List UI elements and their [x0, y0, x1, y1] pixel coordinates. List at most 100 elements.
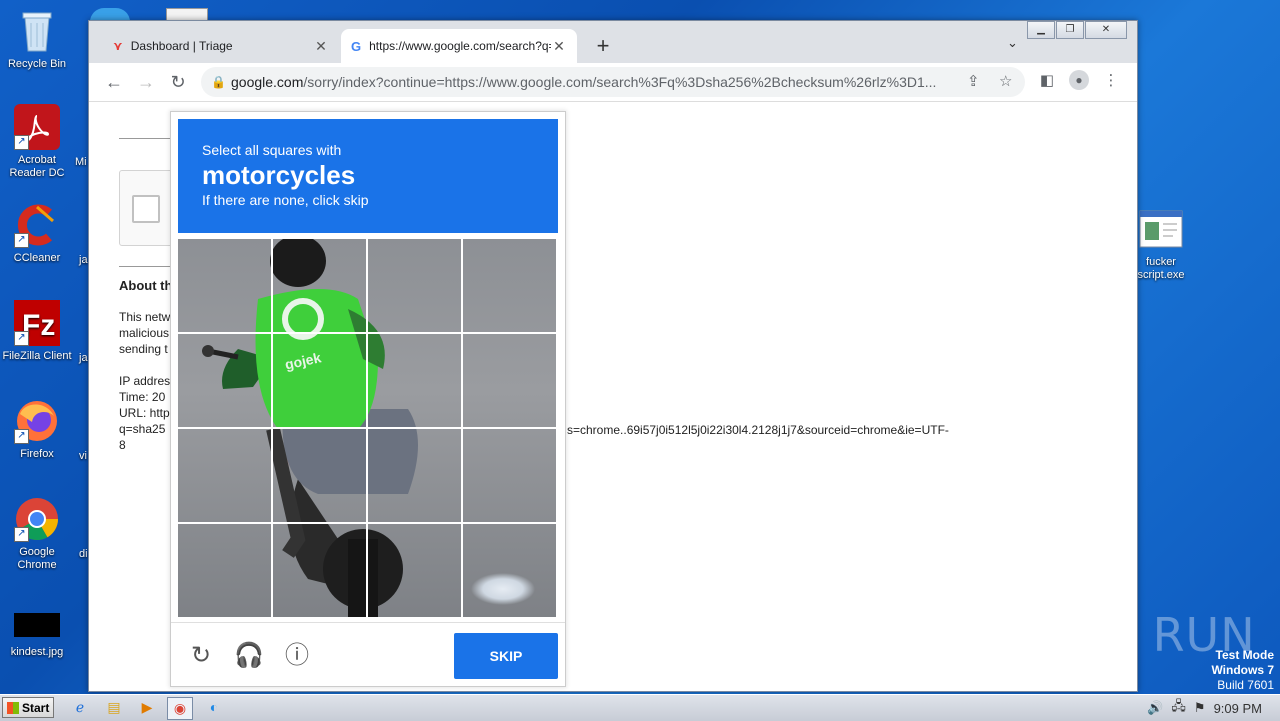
filezilla-icon: Fz ↗: [14, 300, 60, 346]
grid-tile[interactable]: [178, 429, 273, 524]
taskbar-edge-icon[interactable]: ◐: [202, 697, 226, 718]
windows-flag-icon: [7, 702, 19, 714]
maximize-button[interactable]: ❐: [1056, 21, 1084, 39]
tab-dashboard-triage[interactable]: ⋎ Dashboard | Triage ✕: [103, 29, 339, 63]
acrobat-icon: ↗: [14, 104, 60, 150]
address-bar[interactable]: 🔒 google.com/sorry/index?continue=https:…: [201, 67, 1025, 97]
desktop-icon-kindest-jpg[interactable]: kindest.jpg: [0, 608, 75, 659]
help-info-icon[interactable]: ⓘ: [282, 641, 312, 671]
triage-favicon-icon: ⋎: [113, 39, 123, 53]
desktop-icon-recycle-bin[interactable]: Recycle Bin: [0, 8, 75, 71]
desktop-icon-label-cut: ja: [79, 254, 88, 266]
taskbar: Start ℯ ▤ ▶ ◉ ◐ 🔊 🖧 ⚑ 9:09 PM: [0, 694, 1280, 721]
test-mode-notice: Test Mode Windows 7 Build 7601: [1211, 648, 1274, 693]
minimize-button[interactable]: ▁: [1027, 21, 1055, 39]
grid-tile[interactable]: [178, 239, 273, 334]
desktop-icon-label-cut: vi: [79, 450, 87, 462]
grid-tile[interactable]: [273, 524, 368, 619]
desktop-icon-label: CCleaner: [13, 252, 61, 264]
executable-icon: [1138, 206, 1184, 252]
desktop-icon-chrome[interactable]: ↗ Google Chrome di: [0, 496, 88, 572]
instruction-line: If there are none, click skip: [202, 192, 369, 208]
tab-close-icon[interactable]: ✕: [551, 38, 567, 55]
bookmark-star-icon[interactable]: ☆: [999, 67, 1012, 97]
grid-tile[interactable]: [463, 334, 558, 429]
shortcut-arrow-icon: ↗: [14, 233, 29, 248]
recaptcha-challenge: Select all squares with motorcycles If t…: [170, 111, 566, 687]
taskbar-media-player-icon[interactable]: ▶: [135, 697, 159, 718]
side-panel-icon[interactable]: ◧: [1036, 71, 1058, 89]
test-mode-line: Windows 7: [1211, 663, 1274, 677]
reload-icon[interactable]: ↻: [167, 71, 189, 93]
url-path: /sorry/index?continue=https://www.google…: [303, 74, 937, 90]
desktop-icon-label-cut: ja: [79, 352, 88, 364]
menu-kebab-icon[interactable]: ⋮: [1100, 71, 1122, 89]
desktop-icon-label: Firefox: [20, 448, 54, 460]
tab-google-search[interactable]: G https://www.google.com/search?q= ✕: [341, 29, 577, 63]
taskbar-ie-icon[interactable]: ℯ: [68, 697, 92, 718]
grid-tile[interactable]: [368, 524, 463, 619]
new-tab-button[interactable]: +: [593, 35, 613, 57]
grid-tile[interactable]: [178, 334, 273, 429]
challenge-header: Select all squares with motorcycles If t…: [178, 119, 558, 233]
firefox-icon: ↗: [14, 398, 60, 444]
network-icon[interactable]: 🖧: [1171, 697, 1186, 719]
image-file-icon: [14, 608, 60, 642]
tab-search-chevron-icon[interactable]: ⌄: [1007, 35, 1018, 51]
grid-tile[interactable]: [463, 524, 558, 619]
desktop-icon-label-cut: Mi: [75, 156, 87, 168]
grid-tile[interactable]: [368, 239, 463, 334]
action-center-flag-icon[interactable]: ⚑: [1194, 700, 1206, 716]
info-line: Time: 20: [119, 390, 166, 404]
desktop-icon-ccleaner[interactable]: ↗ CCleaner ja: [0, 202, 88, 266]
tab-title: Dashboard | Triage: [130, 39, 233, 53]
skip-button[interactable]: SKIP: [454, 633, 558, 679]
desktop-icon-label: kindest.jpg: [10, 646, 64, 658]
person-icon: ●: [1069, 70, 1089, 90]
info-line: 8: [119, 438, 126, 452]
grid-tile[interactable]: [463, 429, 558, 524]
chrome-icon: ↗: [14, 496, 60, 542]
recaptcha-checkbox[interactable]: [132, 195, 160, 223]
grid-tile[interactable]: [273, 429, 368, 524]
url-host: google.com: [231, 74, 304, 90]
start-button[interactable]: Start: [2, 697, 54, 718]
shortcut-arrow-icon: ↗: [14, 527, 29, 542]
grid-tile[interactable]: [463, 239, 558, 334]
taskbar-chrome-icon[interactable]: ◉: [167, 697, 193, 720]
audio-challenge-headphones-icon[interactable]: 🎧: [234, 641, 264, 671]
system-tray: 🔊 🖧 ⚑ 9:09 PM: [1147, 695, 1280, 721]
tab-close-icon[interactable]: ✕: [313, 38, 329, 55]
share-icon[interactable]: ⇪: [967, 67, 980, 97]
ccleaner-icon: ↗: [14, 202, 60, 248]
info-line: malicious: [119, 326, 170, 340]
profile-avatar[interactable]: ●: [1068, 70, 1090, 90]
desktop-icon-acrobat[interactable]: ↗ Acrobat Reader DC Mi: [0, 104, 87, 180]
info-line: q=sha25: [119, 422, 166, 436]
url-continuation: s=chrome..69i57j0i512l5j0i22i30l4.2128j1…: [567, 423, 949, 437]
grid-tile[interactable]: [368, 429, 463, 524]
window-controls: ▁ ❐ ✕: [1026, 21, 1127, 39]
grid-tile[interactable]: [368, 334, 463, 429]
desktop-icon-label: FileZilla Client: [2, 350, 72, 362]
desktop-icon-firefox[interactable]: ↗ Firefox vi: [0, 398, 87, 462]
grid-tile[interactable]: [178, 524, 273, 619]
desktop-icon-label: Recycle Bin: [7, 58, 67, 70]
lock-icon: 🔒: [211, 75, 226, 89]
clock[interactable]: 9:09 PM: [1214, 701, 1262, 716]
forward-arrow-icon[interactable]: →: [135, 71, 157, 93]
reload-challenge-icon[interactable]: ↻: [186, 641, 216, 671]
grid-tile[interactable]: [273, 334, 368, 429]
recycle-bin-icon: [14, 8, 60, 54]
desktop-icon-label: Acrobat Reader DC: [9, 154, 65, 179]
taskbar-explorer-folder-icon[interactable]: ▤: [102, 697, 126, 718]
info-line: IP addres: [119, 374, 171, 388]
info-line: sending t: [119, 342, 168, 356]
desktop-icon-filezilla[interactable]: Fz ↗ FileZilla Client ja: [0, 300, 88, 364]
grid-tile[interactable]: [273, 239, 368, 334]
volume-icon[interactable]: 🔊: [1147, 700, 1163, 716]
close-window-button[interactable]: ✕: [1085, 21, 1127, 39]
back-arrow-icon[interactable]: ←: [103, 71, 125, 93]
info-line: This netw: [119, 310, 171, 324]
recaptcha-anchor[interactable]: [119, 170, 177, 246]
